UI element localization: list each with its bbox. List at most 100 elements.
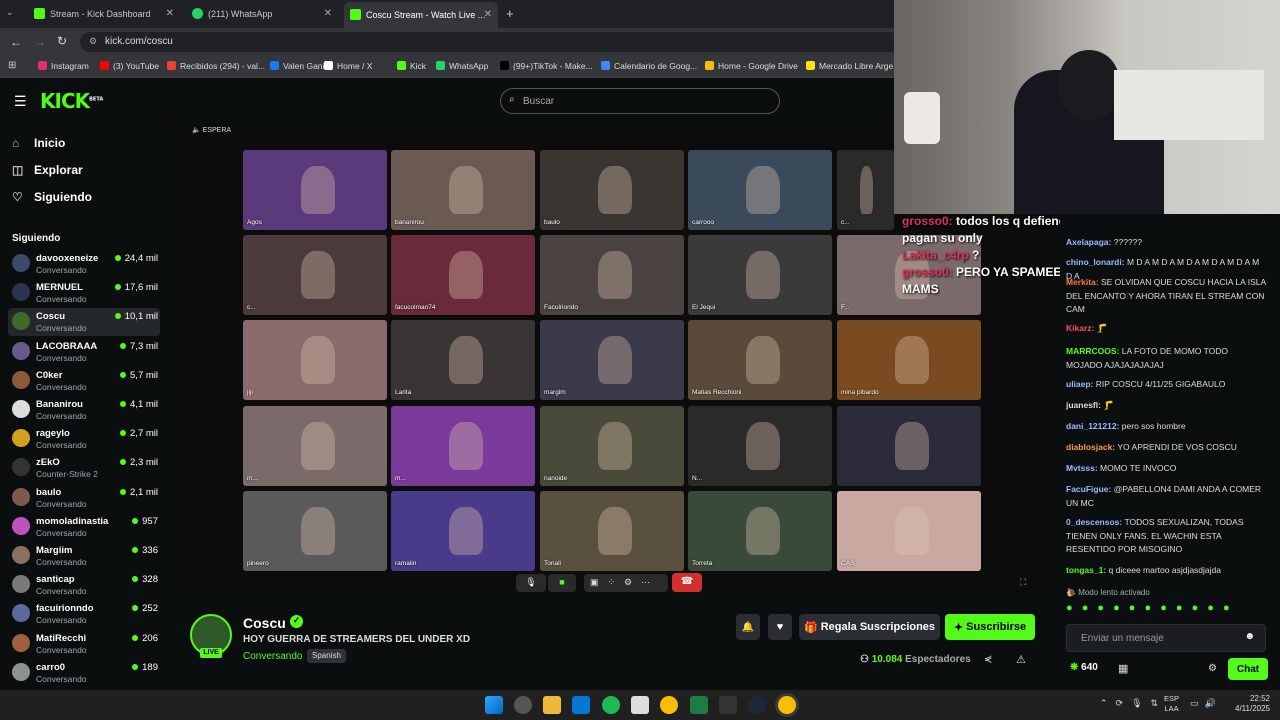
following-channel[interactable]: C0ker Conversando 5,7 mil: [8, 367, 160, 395]
close-tab-icon[interactable]: ✕: [484, 9, 492, 20]
bookmark-item[interactable]: (3) YouTube: [100, 61, 159, 71]
close-tab-icon[interactable]: ✕: [324, 8, 332, 19]
emoji-icon[interactable]: ☻: [1244, 631, 1255, 642]
nav-siguiendo[interactable]: ♡ Siguiendo: [12, 190, 92, 204]
following-channel[interactable]: Coscu Conversando 10,1 mil: [8, 308, 160, 337]
bookmark-item[interactable]: Calendario de Goog...: [601, 61, 697, 71]
chat-username[interactable]: dani_121212:: [1066, 421, 1119, 431]
capcut-icon[interactable]: [631, 696, 649, 714]
tab-whatsapp[interactable]: (211) WhatsApp ✕: [186, 4, 338, 24]
chrome-active-icon[interactable]: [778, 696, 796, 714]
participant-video[interactable]: mina pibardo: [837, 320, 981, 401]
chat-username[interactable]: diablosjack:: [1066, 442, 1115, 452]
camera-toggle-icon[interactable]: ■: [548, 574, 576, 592]
following-channel[interactable]: MatiRecchi Conversando 206: [8, 630, 160, 658]
participant-video[interactable]: ramaiin: [391, 490, 535, 571]
participant-video[interactable]: c...: [243, 235, 387, 316]
participant-video[interactable]: Larita: [391, 320, 535, 401]
fullscreen-icon[interactable]: ⛶: [1020, 577, 1026, 588]
participant-video[interactable]: Matias Recchioni: [688, 320, 832, 401]
hang-up-icon[interactable]: ☎: [672, 573, 702, 592]
chat-username[interactable]: juanesfl:: [1066, 400, 1101, 410]
bookmark-item[interactable]: WhatsApp: [436, 61, 488, 71]
system-tray-icons[interactable]: ⌃⟳🎙⇅: [1100, 698, 1166, 709]
participant-video[interactable]: Torreta: [688, 490, 832, 571]
chat-settings-icon[interactable]: ⚙: [1208, 663, 1217, 674]
chat-username[interactable]: Axelapaga:: [1066, 237, 1111, 247]
call-tools-icon[interactable]: ▣⁘⚙⋯: [584, 574, 668, 592]
emote-bar[interactable]: ● ● ● ● ● ● ● ● ● ● ●: [1066, 602, 1266, 618]
following-channel[interactable]: santicap Conversando 328: [8, 571, 160, 599]
participant-video[interactable]: nanoide: [540, 405, 684, 486]
follow-heart-icon[interactable]: ♥: [768, 614, 792, 640]
language-indicator[interactable]: ESP LAA: [1164, 694, 1179, 714]
gift-subs-button[interactable]: 🎁 Regala Suscripciones: [799, 614, 940, 640]
participant-video[interactable]: carrooo: [688, 150, 832, 230]
participant-video[interactable]: jiji: [243, 320, 387, 401]
excel-icon[interactable]: [690, 696, 708, 714]
bookmark-item[interactable]: (99+)TikTok - Make...: [500, 61, 593, 71]
epic-games-icon[interactable]: [719, 696, 737, 714]
chat-username[interactable]: FacuFigue:: [1066, 484, 1111, 494]
following-channel[interactable]: Bananirou Conversando 4,1 mil: [8, 396, 160, 424]
following-channel[interactable]: davooxeneize Conversando 24,4 mil: [8, 250, 160, 278]
chat-username[interactable]: MARRCOOS:: [1066, 346, 1119, 356]
bookmark-item[interactable]: Recibidos (294) - val...: [167, 61, 265, 71]
chat-username[interactable]: chino_lonardi:: [1066, 257, 1125, 267]
tab-coscu-stream[interactable]: Coscu Stream - Watch Live ... ✕: [344, 2, 498, 28]
following-channel[interactable]: baulo Conversando 2,1 mil: [8, 484, 160, 512]
search-input[interactable]: ⌕ Buscar: [500, 88, 780, 114]
subscribe-button[interactable]: ✦ Suscribirse: [945, 614, 1035, 640]
stream-category[interactable]: Conversando: [243, 651, 302, 662]
chat-send-button[interactable]: Chat: [1228, 658, 1268, 680]
participant-video[interactable]: Agos: [243, 150, 387, 230]
channel-points[interactable]: ❋ 640: [1070, 662, 1098, 673]
participant-video[interactable]: margim: [540, 320, 684, 401]
bookmark-item[interactable]: Home - Google Drive: [705, 61, 798, 71]
bookmark-item[interactable]: Valen Ganin: [270, 61, 329, 71]
store-icon[interactable]: ▦: [1118, 662, 1128, 675]
participant-video[interactable]: Faculriondo: [540, 235, 684, 316]
following-channel[interactable]: MERNUEL Conversando 17,6 mil: [8, 279, 160, 307]
forward-icon[interactable]: →: [34, 35, 46, 49]
participant-video[interactable]: bananirou: [391, 150, 535, 230]
participant-video[interactable]: Tonali: [540, 490, 684, 571]
bookmark-item[interactable]: Kick: [397, 61, 426, 71]
following-channel[interactable]: carro0 Conversando 189: [8, 659, 160, 687]
following-channel[interactable]: facuirionndo Conversando 252: [8, 600, 160, 628]
nav-explorar[interactable]: ◫ Explorar: [12, 163, 83, 177]
spotify-icon[interactable]: [602, 696, 620, 714]
apps-grid-icon[interactable]: ⊞: [8, 60, 16, 71]
following-channel[interactable]: zEkO Counter-Strike 2 2,3 mil: [8, 454, 160, 482]
following-channel[interactable]: Margiim Conversando 336: [8, 542, 160, 570]
clock[interactable]: 22:52 4/11/2025: [1228, 694, 1270, 714]
participant-video[interactable]: CAS: [837, 490, 981, 571]
chat-username[interactable]: Mvtsss:: [1066, 463, 1098, 473]
file-explorer-icon[interactable]: [543, 696, 561, 714]
participant-video[interactable]: [837, 405, 981, 486]
participant-video[interactable]: c...: [837, 150, 894, 230]
store-app-icon[interactable]: [572, 696, 590, 714]
participant-video[interactable]: baulo: [540, 150, 684, 230]
steam-icon[interactable]: [748, 696, 766, 714]
chat-username[interactable]: Kikarz:: [1066, 323, 1094, 333]
chat-input[interactable]: Enviar un mensaje ☻: [1066, 624, 1266, 652]
chat-username[interactable]: 0_descensos:: [1066, 517, 1122, 527]
close-tab-icon[interactable]: ✕: [166, 8, 174, 19]
chat-username[interactable]: tongas_1:: [1066, 565, 1106, 575]
discord-like-icon[interactable]: [514, 696, 532, 714]
participant-video[interactable]: m...: [391, 405, 535, 486]
notifications-bell-icon[interactable]: 🔔: [736, 614, 760, 640]
windows-start-icon[interactable]: [485, 696, 503, 714]
bookmark-item[interactable]: Mercado Libre Arge...: [806, 61, 900, 71]
new-tab-icon[interactable]: +: [506, 6, 514, 21]
chat-username[interactable]: uliaep:: [1066, 379, 1093, 389]
share-icon[interactable]: ⋞: [984, 654, 992, 665]
following-channel[interactable]: momoladinastia Conversando 957: [8, 513, 160, 541]
tab-kick-dashboard[interactable]: Stream - Kick Dashboard ✕: [28, 4, 180, 24]
network-volume-icons[interactable]: ▭🔊: [1190, 698, 1222, 709]
chat-username[interactable]: Merkita:: [1066, 277, 1099, 287]
site-info-icon[interactable]: ⚙: [89, 36, 97, 47]
language-tag[interactable]: Spanish: [307, 649, 346, 663]
bookmark-item[interactable]: Home / X: [324, 61, 372, 71]
